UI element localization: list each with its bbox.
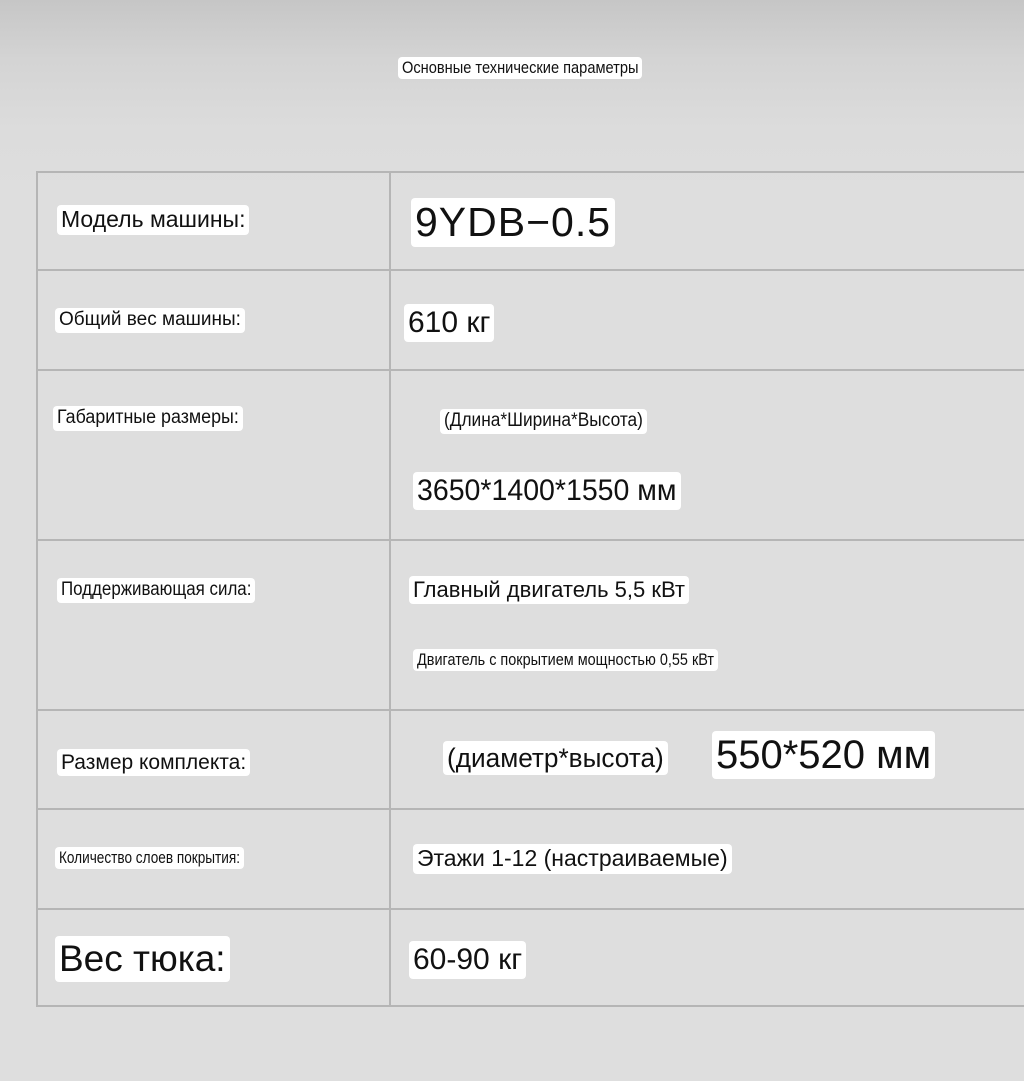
- spec-label-power: Поддерживающая сила:: [57, 578, 256, 603]
- page-title: Основные технические параметры: [398, 57, 643, 80]
- spec-value-coating-motor: Двигатель с покрытием мощностью 0,55 кВт: [413, 649, 719, 672]
- spec-label-bale-size: Размер комплекта:: [57, 749, 251, 777]
- spec-value-model: 9YDB−0.5: [411, 198, 616, 248]
- spec-value-dimensions: 3650*1400*1550 мм: [413, 472, 681, 510]
- spec-value-coating-layers: Этажи 1-12 (настраиваемые): [413, 844, 732, 874]
- row-divider: [36, 808, 1024, 810]
- spec-value-bale-size: 550*520 мм: [712, 731, 936, 779]
- spec-label-coating-layers: Количество слоев покрытия:: [55, 847, 245, 870]
- row-divider: [36, 269, 1024, 271]
- spec-value-weight: 610 кг: [404, 304, 495, 342]
- row-divider: [36, 908, 1024, 910]
- spec-value-main-motor: Главный двигатель 5,5 кВт: [409, 576, 689, 605]
- row-divider: [36, 171, 1024, 173]
- spec-label-dimensions: Габаритные размеры:: [53, 406, 243, 431]
- row-divider: [36, 709, 1024, 711]
- row-divider: [36, 369, 1024, 371]
- spec-value-bale-size-note: (диаметр*высота): [443, 741, 668, 776]
- row-divider: [36, 539, 1024, 541]
- column-divider: [389, 171, 391, 1007]
- spec-label-bale-weight: Вес тюка:: [55, 936, 230, 983]
- row-divider: [36, 1005, 1024, 1007]
- spec-label-weight: Общий вес машины:: [55, 308, 245, 333]
- column-divider: [36, 171, 38, 1007]
- spec-label-model: Модель машины:: [57, 205, 250, 235]
- spec-value-dimensions-note: (Длина*Ширина*Высота): [440, 409, 647, 434]
- spec-value-bale-weight: 60-90 кг: [409, 941, 527, 979]
